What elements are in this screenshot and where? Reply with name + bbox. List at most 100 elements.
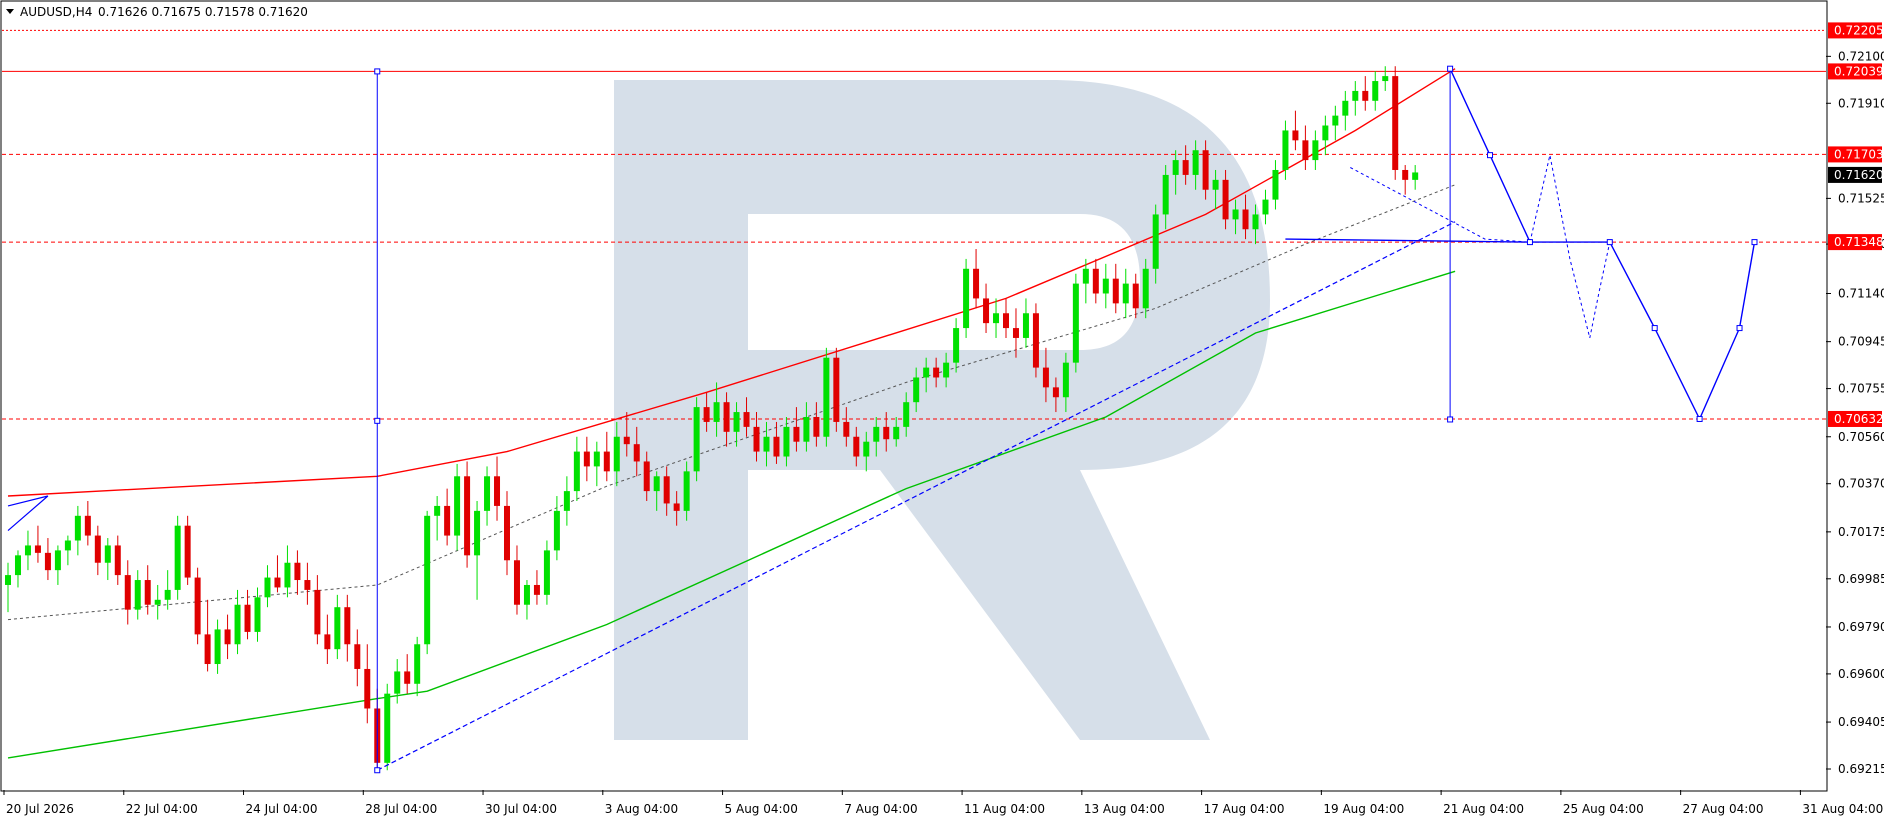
candle-body — [1212, 179, 1219, 190]
symbol-label: AUDUSD,H4 — [20, 5, 92, 19]
candle-body — [1162, 174, 1169, 215]
y-tick-label: 0.71140 — [1838, 286, 1884, 300]
candle-body — [354, 644, 361, 669]
dropdown-triangle-icon[interactable] — [6, 9, 14, 14]
x-tick-label: 13 Aug 04:00 — [1084, 802, 1165, 816]
price-tag-label: 0.71703 — [1834, 147, 1884, 161]
price-tag-label: 0.72039 — [1834, 64, 1884, 78]
candle-body — [743, 412, 750, 427]
candle-body — [663, 476, 670, 504]
candle-body — [673, 503, 680, 511]
candle-body — [843, 421, 850, 437]
candle-body — [633, 444, 640, 462]
candle-body — [523, 584, 530, 605]
price-tag-label: 0.71348 — [1834, 235, 1884, 249]
early-projection — [7, 495, 49, 532]
candle-body — [1412, 172, 1419, 180]
candle-body — [104, 545, 111, 563]
candle-body — [164, 589, 171, 600]
candle-body — [513, 560, 520, 605]
candle-body — [643, 461, 650, 492]
candle-body — [1272, 169, 1279, 200]
candle-body — [713, 402, 720, 422]
candle-body — [54, 550, 61, 571]
candle-body — [5, 575, 11, 585]
candle-body — [454, 476, 461, 536]
candle-body — [873, 426, 880, 442]
candle-body — [474, 510, 481, 556]
candle-body — [1352, 90, 1359, 101]
candle-body — [334, 607, 341, 650]
projection-node — [1696, 415, 1703, 422]
price-tag-label: 0.71620 — [1834, 168, 1884, 182]
projection-node — [374, 68, 381, 75]
candle-body — [1362, 90, 1369, 101]
triangle-dotted — [1350, 167, 1531, 243]
y-tick-label: 0.69215 — [1838, 762, 1884, 776]
projection-dotted — [1529, 155, 1611, 339]
x-tick-label: 17 Aug 04:00 — [1204, 802, 1285, 816]
candle-body — [1042, 367, 1049, 388]
candle-body — [74, 515, 81, 541]
candle-body — [693, 407, 700, 472]
candle-body — [364, 668, 371, 709]
candle-body — [1152, 214, 1159, 269]
candle-body — [1003, 313, 1009, 329]
candle-body — [1262, 199, 1269, 215]
candle-body — [683, 471, 690, 511]
candle-body — [394, 671, 401, 694]
candle-body — [204, 634, 211, 665]
x-tick-label: 31 Aug 04:00 — [1802, 802, 1883, 816]
projection-node — [1606, 239, 1613, 246]
candle-body — [324, 634, 331, 650]
candle-body — [773, 436, 780, 457]
candle-body — [993, 313, 1000, 324]
candle-body — [224, 629, 231, 645]
candle-body — [1172, 160, 1179, 175]
candle-body — [653, 476, 660, 492]
x-tick-label: 22 Jul 04:00 — [126, 802, 198, 816]
y-tick-label: 0.69985 — [1838, 572, 1884, 586]
candle-body — [1102, 278, 1109, 294]
candle-body — [913, 377, 920, 403]
candle-body — [1072, 283, 1079, 363]
projection-node — [1526, 239, 1533, 246]
candle-body — [444, 505, 451, 536]
projection-path — [1449, 68, 1756, 421]
candle-body — [1332, 115, 1339, 126]
candle-body — [803, 416, 810, 442]
candle-body — [1342, 100, 1349, 116]
candle-body — [903, 402, 910, 427]
candle-body — [533, 584, 540, 595]
candle-body — [1142, 268, 1149, 309]
candle-body — [114, 545, 121, 576]
candle-body — [154, 599, 161, 605]
candle-body — [1022, 313, 1029, 338]
candle-body — [84, 515, 91, 536]
price-chart[interactable]: AUDUSD,H4 0.71626 0.71675 0.71578 0.7162… — [0, 0, 1884, 820]
candle-body — [284, 562, 291, 588]
candle-body — [1312, 140, 1319, 161]
candle-body — [494, 476, 501, 506]
chart-header: AUDUSD,H4 0.71626 0.71675 0.71578 0.7162… — [6, 5, 308, 19]
candle-body — [1282, 130, 1289, 170]
candle-body — [793, 426, 800, 442]
candle-body — [124, 575, 131, 610]
candle-body — [943, 362, 950, 378]
x-tick-label: 25 Aug 04:00 — [1563, 802, 1644, 816]
candle-body — [134, 580, 141, 610]
candle-body — [1232, 209, 1239, 220]
candle-body — [344, 607, 351, 645]
candle-body — [1052, 387, 1059, 398]
candle-body — [893, 426, 900, 440]
x-tick-label: 11 Aug 04:00 — [964, 802, 1045, 816]
candle-body — [304, 580, 311, 590]
candle-body — [863, 441, 870, 457]
candle-body — [64, 540, 71, 551]
candle-body — [973, 268, 980, 299]
candle-body — [404, 671, 411, 684]
candle-body — [753, 426, 760, 452]
candle-body — [1402, 169, 1409, 180]
candle-body — [733, 412, 740, 432]
candle-body — [603, 451, 610, 472]
